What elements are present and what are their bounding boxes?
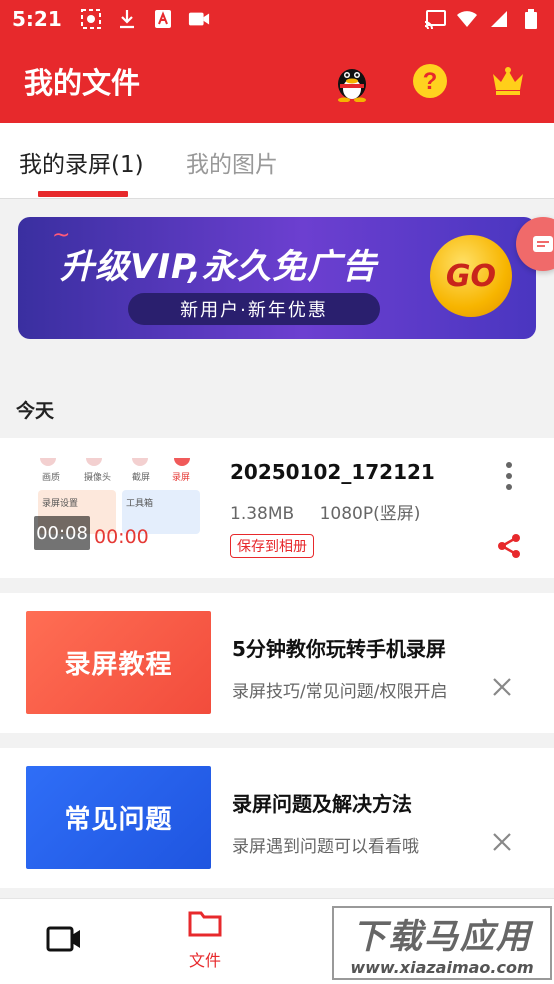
status-bar: 5:21 [0, 0, 554, 38]
cast-icon [424, 8, 446, 30]
tab-indicator [38, 191, 128, 197]
vip-crown-icon[interactable] [486, 59, 530, 103]
thumb-dot [86, 458, 102, 466]
download-icon [116, 8, 138, 30]
nav-files-label: 文件 [188, 951, 221, 970]
vip-banner[interactable]: ~ 升级VIP,永久免广告 新用户·新年优惠 GO [18, 217, 536, 339]
record-indicator-icon [80, 8, 102, 30]
thumb-label: 截屏 [132, 473, 151, 483]
thumb-label: 录屏 [172, 473, 191, 483]
svg-text:?: ? [423, 68, 438, 95]
status-time: 5:21 [12, 7, 62, 31]
faq-subtitle: 录屏遇到问题可以看看哦 [232, 837, 419, 857]
recording-duration: 00:08 [34, 516, 90, 550]
more-options-icon[interactable] [494, 458, 524, 494]
file-tabs: 我的录屏(1) 我的图片 [0, 123, 554, 199]
tutorial-card[interactable]: 录屏教程 5分钟教你玩转手机录屏 录屏技巧/常见问题/权限开启 [0, 593, 554, 733]
close-icon[interactable] [488, 828, 516, 856]
close-icon[interactable] [488, 673, 516, 701]
watermark-text: 下载马应用 [352, 917, 532, 957]
watermark-url: www.xiazaimao.com [350, 958, 534, 977]
thumb-label: 摄像头 [84, 473, 112, 483]
thumb-dot [174, 458, 190, 466]
banner-headline: 升级VIP,永久免广告 [60, 247, 378, 287]
video-camera-icon [46, 925, 82, 957]
app-notification-icon [152, 8, 174, 30]
watermark-logo: 下载马应用 www.xiazaimao.com [332, 906, 552, 980]
tutorial-thumb-text: 录屏教程 [64, 650, 173, 680]
help-icon[interactable]: ? [408, 59, 452, 103]
nav-record[interactable] [46, 925, 82, 957]
thumb-dot [132, 458, 148, 466]
faq-thumb-text: 常见问题 [64, 805, 173, 835]
battery-icon [520, 8, 542, 30]
share-icon[interactable] [494, 531, 524, 561]
recording-meta: 1.38MB 1080P(竖屏) [230, 499, 420, 524]
thumb-dot [40, 458, 56, 466]
banner-go-button[interactable]: GO [430, 235, 512, 317]
faq-card[interactable]: 常见问题 录屏问题及解决方法 录屏遇到问题可以看看哦 [0, 748, 554, 888]
tutorial-subtitle: 录屏技巧/常见问题/权限开启 [232, 682, 448, 702]
faq-title: 录屏问题及解决方法 [232, 792, 412, 816]
recording-size: 1.38MB [230, 504, 295, 524]
recording-title: 20250102_172121 [230, 460, 435, 484]
tutorial-title: 5分钟教你玩转手机录屏 [232, 637, 446, 661]
video-notification-icon [188, 8, 210, 30]
save-to-album-button[interactable]: 保存到相册 [230, 534, 314, 558]
thumb-label: 画质 [42, 473, 61, 483]
wifi-icon [456, 8, 478, 30]
thumb-panel-label: 录屏设置 [42, 499, 79, 509]
thumbnail-timer: 00:00 [94, 526, 149, 548]
tab-my-recordings[interactable]: 我的录屏(1) [19, 145, 144, 179]
faq-thumbnail[interactable]: 常见问题 [26, 766, 211, 869]
banner-offer-pill: 新用户·新年优惠 [128, 293, 380, 325]
app-bar: 我的文件 ? [0, 38, 554, 123]
section-today-label: 今天 [16, 400, 55, 422]
nav-files[interactable]: 文件 [188, 909, 222, 971]
qq-icon[interactable] [330, 59, 374, 103]
thumb-panel-label: 工具箱 [126, 499, 154, 509]
folder-icon [188, 909, 222, 941]
tutorial-thumbnail[interactable]: 录屏教程 [26, 611, 211, 714]
tab-my-pictures[interactable]: 我的图片 [186, 145, 278, 179]
recording-resolution: 1080P(竖屏) [319, 504, 421, 524]
signal-icon [488, 8, 510, 30]
page-title: 我的文件 [24, 65, 141, 100]
